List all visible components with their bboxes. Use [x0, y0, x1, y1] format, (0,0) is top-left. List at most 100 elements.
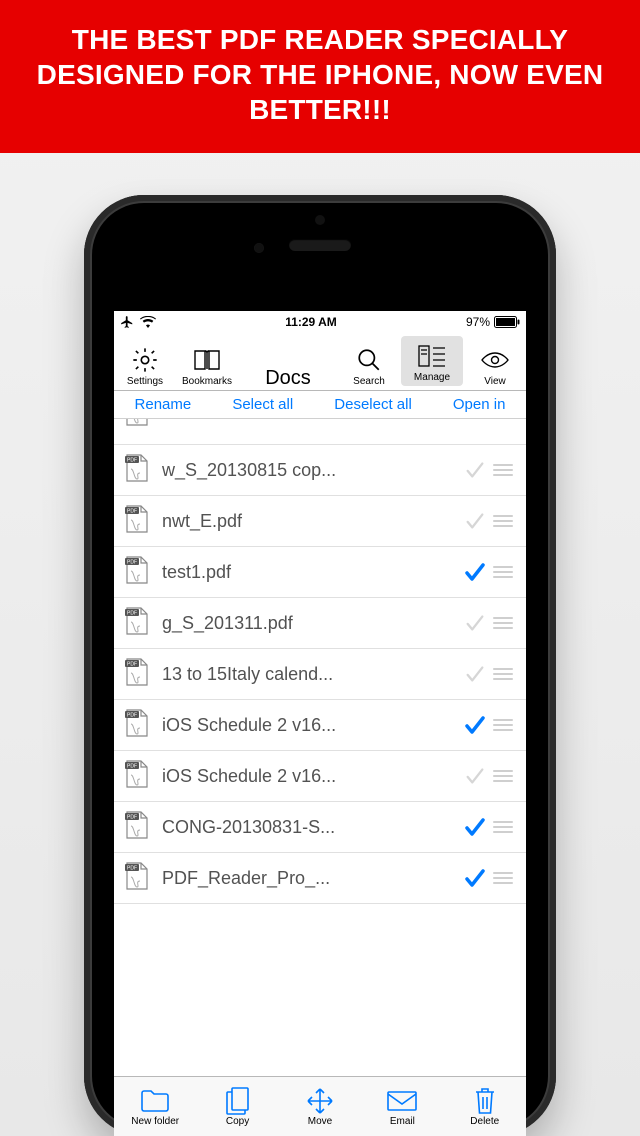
file-row[interactable]: PDF iOS Schedule 2 v16... — [114, 700, 526, 751]
reorder-grip[interactable] — [490, 617, 518, 629]
selection-check[interactable] — [460, 663, 490, 685]
reorder-grip[interactable] — [490, 566, 518, 578]
pdf-file-icon: PDF — [124, 759, 152, 794]
svg-text:PDF: PDF — [127, 865, 137, 871]
copy-icon — [224, 1086, 252, 1116]
selection-check[interactable] — [460, 612, 490, 634]
manage-button[interactable]: Manage — [401, 336, 463, 386]
promo-banner: THE BEST PDF READER SPECIALLY DESIGNED F… — [0, 0, 640, 153]
file-list[interactable]: PDF w_S_20130815.pdf PDF w_S_20130815 co… — [114, 419, 526, 1076]
file-name: iOS Schedule 2 v16... — [152, 766, 460, 787]
selection-check[interactable] — [460, 459, 490, 481]
file-row[interactable]: PDF iOS Schedule 2 v16... — [114, 751, 526, 802]
selection-check[interactable] — [460, 815, 490, 839]
bookmarks-button[interactable]: Bookmarks — [176, 345, 238, 390]
status-bar: 11:29 AM 97% — [114, 311, 526, 333]
email-button[interactable]: Email — [367, 1086, 437, 1127]
search-button[interactable]: Search — [338, 345, 400, 390]
manage-icon — [417, 341, 447, 371]
manage-label: Manage — [414, 372, 450, 383]
pdf-file-icon: PDF — [124, 453, 152, 488]
file-row[interactable]: PDF nwt_E.pdf — [114, 496, 526, 547]
delete-label: Delete — [470, 1116, 499, 1127]
status-time: 11:29 AM — [285, 315, 337, 329]
selection-check[interactable] — [460, 419, 490, 421]
new-folder-button[interactable]: New folder — [120, 1086, 190, 1127]
copy-button[interactable]: Copy — [203, 1086, 273, 1127]
folder-icon — [139, 1086, 171, 1116]
search-label: Search — [353, 376, 385, 387]
move-icon — [305, 1086, 335, 1116]
email-label: Email — [390, 1116, 415, 1127]
open-in-action[interactable]: Open in — [453, 396, 506, 413]
svg-text:PDF: PDF — [127, 712, 137, 718]
file-name: PDF_Reader_Pro_... — [152, 868, 460, 889]
reorder-grip[interactable] — [490, 872, 518, 884]
file-name: g_S_201311.pdf — [152, 613, 460, 634]
svg-text:PDF: PDF — [127, 661, 137, 667]
file-name: 13 to 15Italy calend... — [152, 664, 460, 685]
file-row[interactable]: PDF test1.pdf — [114, 547, 526, 598]
select-all-action[interactable]: Select all — [232, 396, 293, 413]
manage-action-row: Rename Select all Deselect all Open in — [114, 391, 526, 419]
svg-text:PDF: PDF — [127, 457, 137, 463]
pdf-file-icon: PDF — [124, 555, 152, 590]
top-toolbar: Settings Bookmarks Docs Search — [114, 333, 526, 391]
pdf-file-icon: PDF — [124, 861, 152, 896]
page-title-wrap: Docs — [238, 367, 338, 390]
svg-text:PDF: PDF — [127, 559, 137, 565]
file-row[interactable]: PDF PDF_Reader_Pro_... — [114, 853, 526, 904]
email-icon — [386, 1086, 418, 1116]
reorder-grip[interactable] — [490, 821, 518, 833]
file-name: CONG-20130831-S... — [152, 817, 460, 838]
selection-check[interactable] — [460, 510, 490, 532]
selection-check[interactable] — [460, 713, 490, 737]
file-name: nwt_E.pdf — [152, 511, 460, 532]
file-row[interactable]: PDF CONG-20130831-S... — [114, 802, 526, 853]
pdf-file-icon: PDF — [124, 810, 152, 845]
pdf-file-icon: PDF — [124, 504, 152, 539]
deselect-all-action[interactable]: Deselect all — [334, 396, 412, 413]
new-folder-label: New folder — [131, 1116, 179, 1127]
reorder-grip[interactable] — [490, 770, 518, 782]
file-name: iOS Schedule 2 v16... — [152, 715, 460, 736]
phone-frame: 11:29 AM 97% Settings Bookmarks — [84, 195, 556, 1136]
proximity-sensor — [315, 215, 325, 225]
bottom-toolbar: New folder Copy Move Email — [114, 1076, 526, 1136]
battery-percentage: 97% — [466, 315, 490, 329]
view-label: View — [484, 376, 506, 387]
file-name: w_S_20130815 cop... — [152, 460, 460, 481]
file-row[interactable]: PDF g_S_201311.pdf — [114, 598, 526, 649]
svg-text:PDF: PDF — [127, 814, 137, 820]
selection-check[interactable] — [460, 866, 490, 890]
svg-text:PDF: PDF — [127, 763, 137, 769]
svg-text:PDF: PDF — [127, 610, 137, 616]
svg-text:PDF: PDF — [127, 508, 137, 514]
file-row[interactable]: PDF w_S_20130815 cop... — [114, 445, 526, 496]
selection-check[interactable] — [460, 765, 490, 787]
pdf-file-icon: PDF — [124, 419, 152, 432]
settings-label: Settings — [127, 376, 163, 387]
screen: 11:29 AM 97% Settings Bookmarks — [114, 311, 526, 1136]
front-camera — [254, 243, 264, 253]
reorder-grip[interactable] — [490, 719, 518, 731]
book-icon — [192, 345, 222, 375]
ear-speaker — [289, 239, 351, 251]
selection-check[interactable] — [460, 560, 490, 584]
move-button[interactable]: Move — [285, 1086, 355, 1127]
copy-label: Copy — [226, 1116, 249, 1127]
airplane-mode-icon — [120, 315, 134, 329]
reorder-grip[interactable] — [490, 515, 518, 527]
view-button[interactable]: View — [464, 345, 526, 390]
settings-button[interactable]: Settings — [114, 345, 176, 390]
delete-button[interactable]: Delete — [450, 1086, 520, 1127]
reorder-grip[interactable] — [490, 464, 518, 476]
file-row[interactable]: PDF 13 to 15Italy calend... — [114, 649, 526, 700]
file-row[interactable]: PDF w_S_20130815.pdf — [114, 419, 526, 445]
reorder-grip[interactable] — [490, 668, 518, 680]
wifi-icon — [140, 316, 156, 328]
move-label: Move — [308, 1116, 332, 1127]
battery-icon — [494, 316, 520, 328]
rename-action[interactable]: Rename — [135, 396, 192, 413]
gear-icon — [131, 345, 159, 375]
